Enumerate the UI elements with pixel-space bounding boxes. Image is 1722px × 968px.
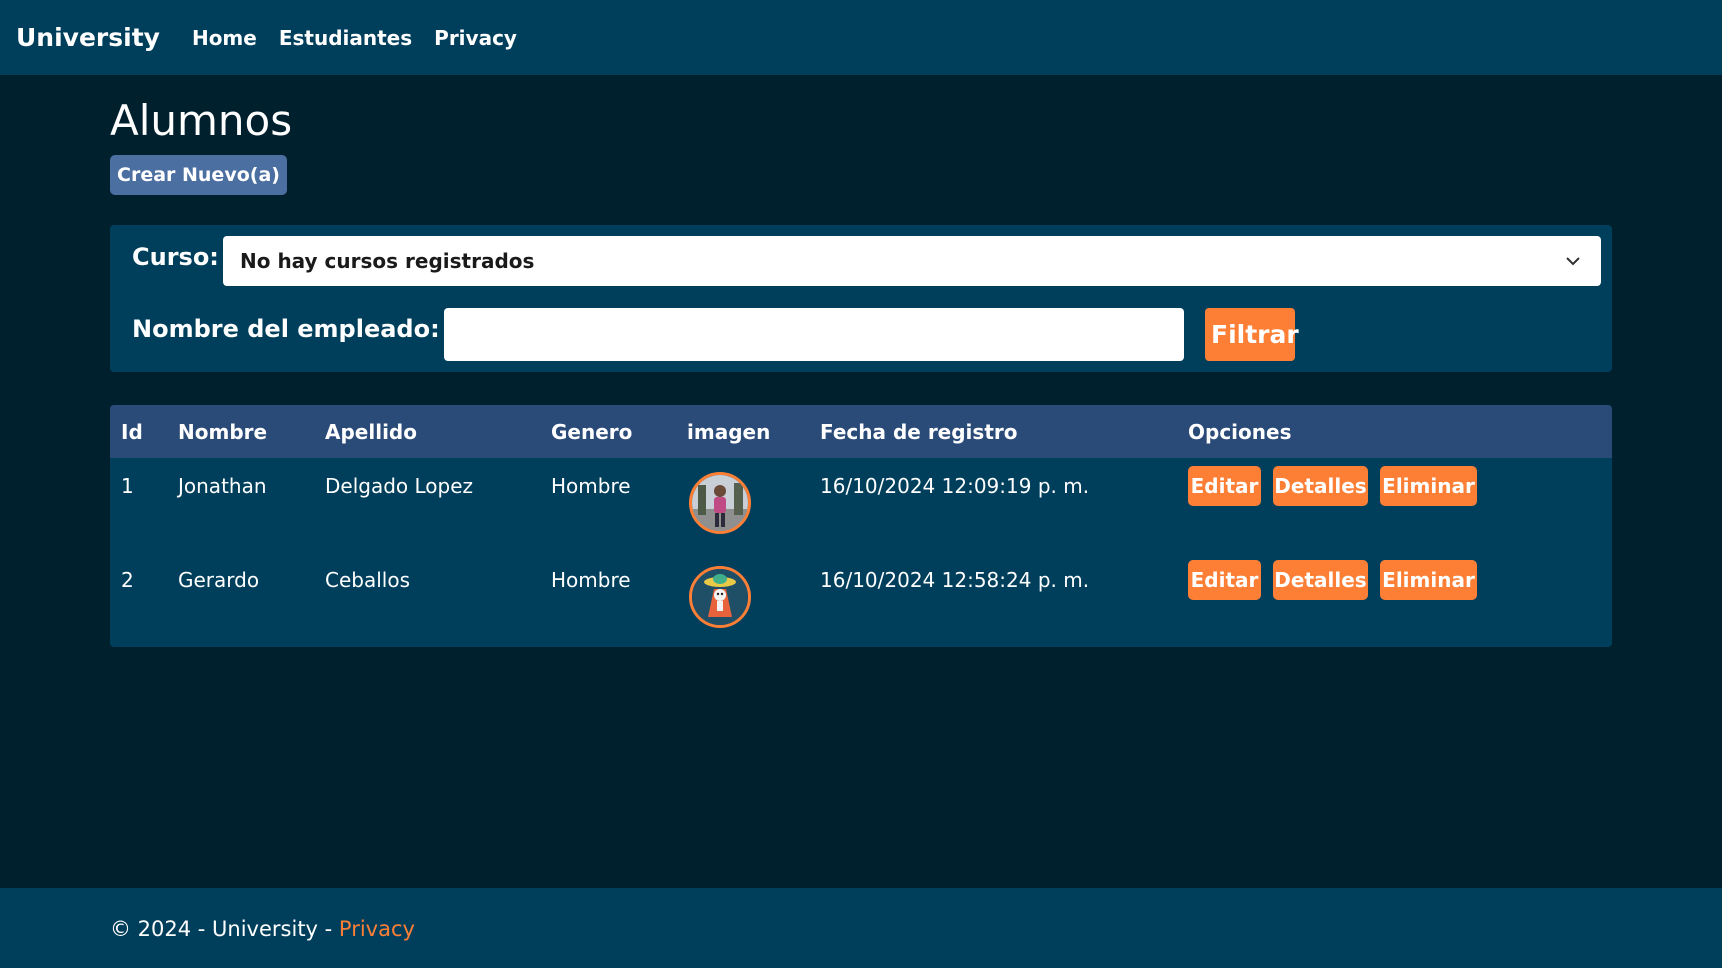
nav-links: Home Estudiantes Privacy [192, 26, 517, 50]
edit-button[interactable]: Editar [1188, 466, 1261, 506]
curso-select-value: No hay cursos registrados [240, 249, 535, 273]
delete-button[interactable]: Eliminar [1380, 466, 1477, 506]
create-new-button[interactable]: Crear Nuevo(a) [110, 155, 287, 195]
cell-id: 1 [121, 474, 134, 498]
top-navbar: University Home Estudiantes Privacy [0, 0, 1722, 75]
delete-button[interactable]: Eliminar [1380, 560, 1477, 600]
filter-button[interactable]: Filtrar [1205, 308, 1299, 361]
header-nombre: Nombre [178, 420, 268, 444]
page-title: Alumnos [110, 96, 293, 145]
edit-button[interactable]: Editar [1188, 560, 1261, 600]
cell-fecha: 16/10/2024 12:09:19 p. m. [820, 474, 1090, 498]
empleado-label: Nombre del empleado: [132, 315, 440, 343]
cell-nombre: Jonathan [178, 474, 267, 498]
cell-genero: Hombre [551, 568, 631, 592]
student-avatar [689, 566, 751, 628]
header-apellido: Apellido [325, 420, 417, 444]
footer-privacy-link[interactable]: Privacy [339, 917, 415, 941]
cell-genero: Hombre [551, 474, 631, 498]
nav-link-privacy[interactable]: Privacy [434, 26, 517, 50]
header-fecha: Fecha de registro [820, 420, 1018, 444]
filter-panel: Curso: No hay cursos registrados Nombre … [110, 225, 1612, 372]
footer: © 2024 - University - Privacy [0, 888, 1722, 968]
table-row: 1 Jonathan Delgado Lopez Hombre 16/10/20… [110, 458, 1612, 552]
footer-copyright: © 2024 - University - [110, 917, 339, 941]
header-imagen: imagen [687, 420, 771, 444]
chevron-down-icon [1566, 257, 1580, 266]
details-button[interactable]: Detalles [1273, 560, 1368, 600]
curso-label: Curso: [132, 243, 219, 271]
student-avatar [689, 472, 751, 534]
footer-text-container: © 2024 - University - Privacy [110, 917, 415, 941]
cell-apellido: Ceballos [325, 568, 410, 592]
nav-link-estudiantes[interactable]: Estudiantes [279, 26, 412, 50]
empleado-input[interactable] [444, 308, 1184, 361]
cell-apellido: Delgado Lopez [325, 474, 474, 498]
header-genero: Genero [551, 420, 633, 444]
cell-id: 2 [121, 568, 134, 592]
details-button[interactable]: Detalles [1273, 466, 1368, 506]
brand-link[interactable]: University [16, 23, 160, 52]
cell-nombre: Gerardo [178, 568, 260, 592]
header-id: Id [121, 420, 143, 444]
table-row: 2 Gerardo Ceballos Hombre 16/10/2024 12:… [110, 552, 1612, 646]
students-table: Id Nombre Apellido Genero imagen Fecha d… [110, 405, 1612, 647]
header-opciones: Opciones [1188, 420, 1292, 444]
table-header: Id Nombre Apellido Genero imagen Fecha d… [110, 405, 1612, 458]
cell-fecha: 16/10/2024 12:58:24 p. m. [820, 568, 1090, 592]
nav-link-home[interactable]: Home [192, 26, 257, 50]
curso-select[interactable]: No hay cursos registrados [223, 236, 1601, 286]
